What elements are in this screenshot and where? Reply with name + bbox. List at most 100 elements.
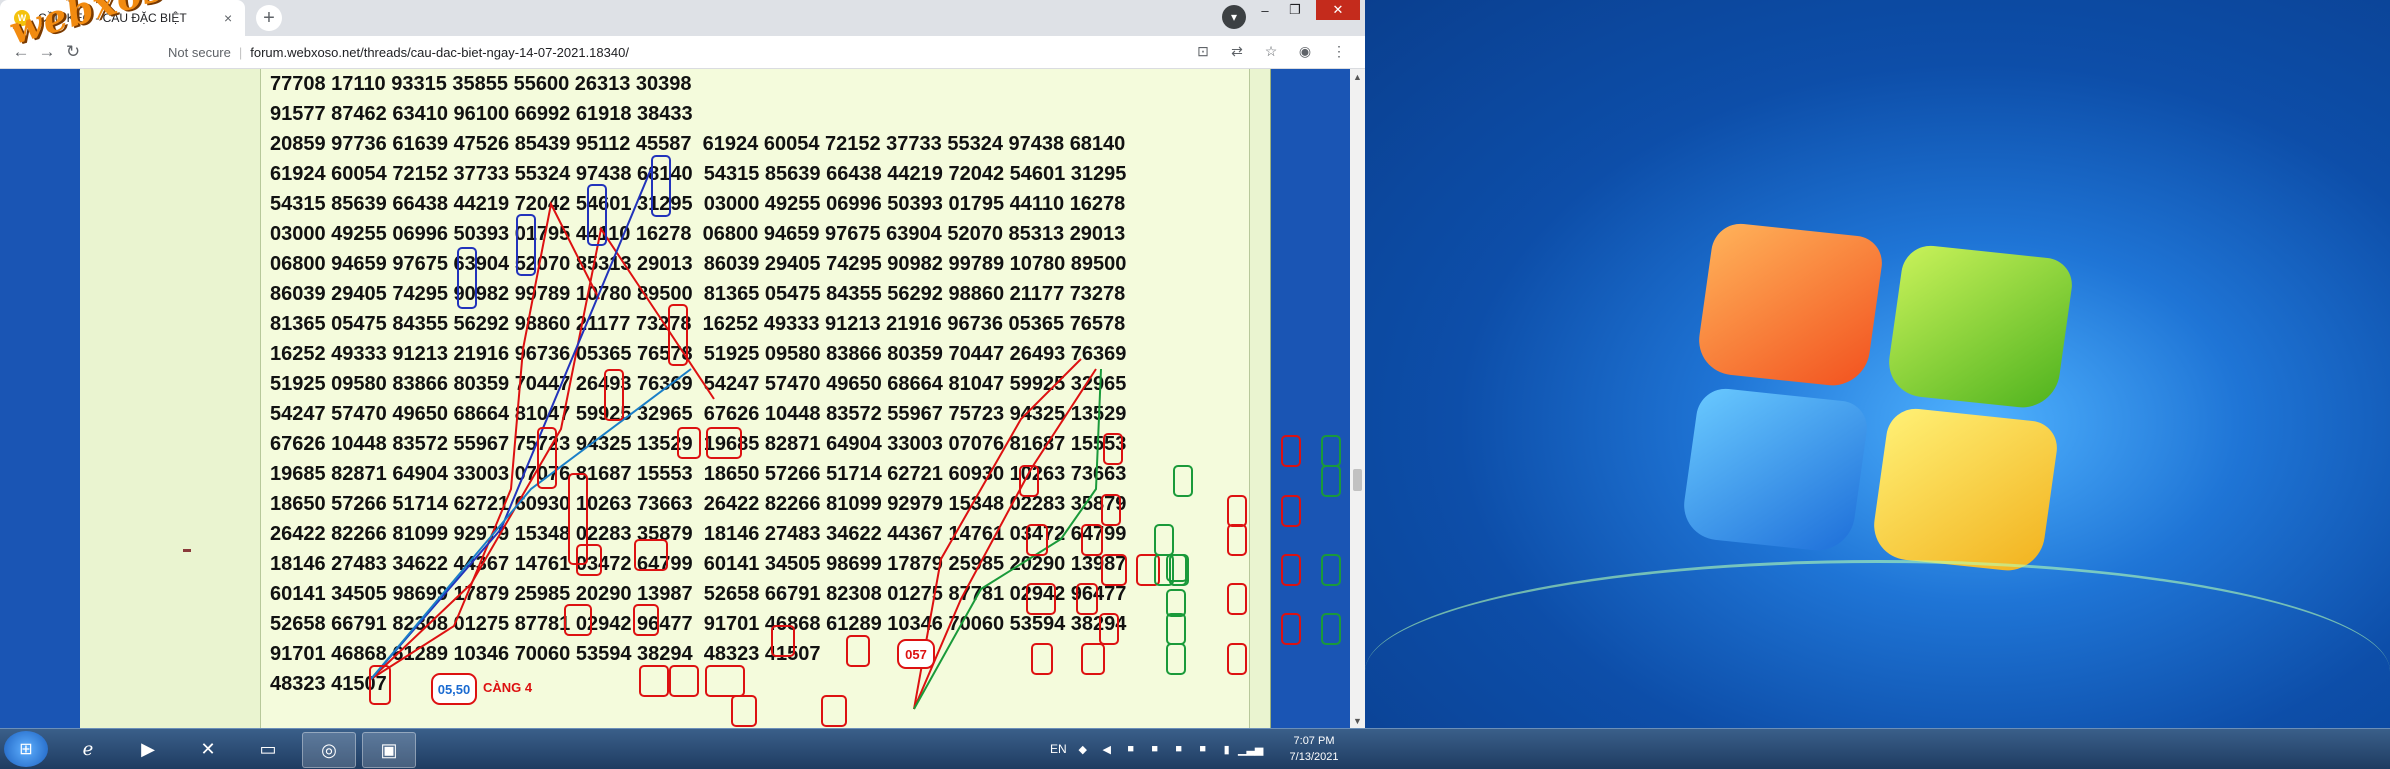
bookmark-star-icon[interactable]: ☆ [1259,39,1283,63]
not-secure-label[interactable]: Not secure [168,45,231,60]
annotation-box [1173,465,1193,497]
number-line: 20859 97736 61639 47526 85439 95112 4558… [270,133,1126,155]
annotation-box [1227,643,1247,675]
page-scrollbar[interactable]: ▲ ▼ [1350,69,1365,728]
annotation-box [1321,435,1341,467]
url-text[interactable]: forum.webxoso.net/threads/cau-dac-biet-n… [250,45,629,60]
annotation-box [1227,524,1247,556]
volume-icon[interactable]: ◀ [1099,741,1115,757]
annotation-box [669,665,699,697]
media-player-taskbar-icon[interactable]: ▶ [122,732,174,766]
annotation-box [846,635,870,667]
address-bar[interactable]: Not secure | forum.webxoso.net/threads/c… [100,39,1180,65]
annotation-box [1227,583,1247,615]
window-taskbar-icon[interactable]: ▣ [362,732,416,768]
desktop-wallpaper [1365,0,2390,768]
menu-kebab-icon[interactable]: ⋮ [1327,39,1351,63]
taskbar-clock[interactable]: 7:07 PM 7/13/2021 [1284,733,1344,765]
annotation-box [1031,643,1053,675]
windows-taskbar: ⊞ ℯ ▶ ✕ ▭ ◎ ▣ EN ◆ ◀ ■ ■ ■ ■ ▮ ▁▃▅ 7:07 … [0,728,2390,769]
tray-app-icon[interactable]: ◆ [1075,741,1091,757]
start-button[interactable]: ⊞ [4,731,48,767]
prediction-badge-left: 05,50 [431,673,477,705]
annotation-box [731,695,757,727]
page-viewport: 77708 17110 93315 35855 55600 26313 3039… [0,69,1350,728]
annotation-box [705,665,745,697]
toolbar-icons: ⊡ ⇄ ☆ ◉ ⋮ [1191,39,1351,63]
number-line: 51925 09580 83866 80359 70447 26493 7636… [270,373,1127,395]
power-icon[interactable]: ▮ [1219,741,1235,757]
scroll-down-arrow-icon[interactable]: ▼ [1350,713,1365,728]
tab-close-icon[interactable]: × [224,10,232,26]
annotation-box [537,427,557,489]
annotation-box [633,604,659,636]
cang-label: CÀNG 4 [483,680,533,695]
annotation-box [1081,643,1105,675]
minimize-button[interactable]: – [1250,0,1280,20]
annotation-box [604,369,624,421]
tray-app-icon[interactable]: ■ [1123,741,1139,757]
annotation-box [706,427,742,459]
annotation-box [634,539,668,571]
annotation-box [1101,554,1127,586]
annotation-box [1166,613,1186,645]
number-line: 19685 82871 64904 33003 07076 81687 1555… [270,463,1127,485]
number-line: 03000 49255 06996 50393 01795 44110 1627… [270,223,1126,245]
annotation-box [564,604,592,636]
number-line: 54315 85639 66438 44219 72042 54601 3129… [270,193,1126,215]
translate-icon[interactable]: ⇄ [1225,39,1249,63]
number-line: 77708 17110 93315 35855 55600 26313 3039… [270,73,692,95]
annotation-box [677,427,701,459]
lottery-number-lines: 77708 17110 93315 35855 55600 26313 3039… [270,69,1126,699]
language-indicator[interactable]: EN [1050,742,1067,756]
post-user-column [80,69,261,728]
windows-logo [1679,221,2085,574]
excel-taskbar-icon[interactable]: ✕ [182,732,234,766]
browser-toolbar: ← → ↻ Not secure | forum.webxoso.net/thr… [0,36,1365,69]
reload-icon[interactable]: ↻ [60,39,86,65]
number-line: 91577 87462 63410 96100 66992 61918 3843… [270,103,693,125]
tray-app-icon[interactable]: ■ [1171,741,1187,757]
profile-menu-icon[interactable]: ▾ [1222,5,1246,29]
number-line: 86039 29405 74295 90982 99789 10780 8950… [270,283,1126,305]
annotation-box [1103,433,1123,465]
annotation-box [1019,465,1039,497]
annotation-box [1321,554,1341,586]
number-line: 81365 05475 84355 56292 98860 21177 7327… [270,313,1126,335]
new-tab-button[interactable]: + [256,5,282,31]
number-line: 54247 57470 49650 68664 81047 59925 3296… [270,403,1127,425]
tray-app-icon[interactable]: ■ [1147,741,1163,757]
number-line: 18146 27483 34622 44367 14761 03472 6479… [270,553,1127,575]
tray-app-icon[interactable]: ■ [1195,741,1211,757]
annotation-box [1321,465,1341,497]
browser-window: W CẦU KÈO - CẦU ĐẶC BIỆT × + ▾ – ❐ ✕ ← →… [0,0,1365,728]
annotation-box [1026,583,1056,615]
blocked-popup-icon[interactable]: ⊡ [1191,39,1215,63]
prediction-badge-right: 057 [897,639,935,669]
post-edge [1250,69,1271,728]
maximize-button[interactable]: ❐ [1280,0,1310,20]
annotation-box [516,214,536,276]
number-line: 60141 34505 98699 17879 25985 20290 1398… [270,583,1127,605]
annotation-box [1166,589,1186,617]
annotation-box [771,625,795,657]
annotation-box [587,184,607,246]
annotation-box [1101,494,1121,526]
ie-taskbar-icon[interactable]: ℯ [62,732,114,766]
annotation-box [1099,613,1119,645]
clock-time: 7:07 PM [1293,735,1335,747]
annotation-box [1081,524,1103,556]
post-content: 77708 17110 93315 35855 55600 26313 3039… [261,69,1341,728]
scroll-thumb[interactable] [1353,469,1362,491]
annotation-box [369,665,391,705]
annotation-box [1281,435,1301,467]
account-icon[interactable]: ◉ [1293,39,1317,63]
chrome-taskbar-icon[interactable]: ◎ [302,732,356,768]
system-tray: EN ◆ ◀ ■ ■ ■ ■ ▮ ▁▃▅ [1050,729,1263,769]
folder-taskbar-icon[interactable]: ▭ [242,732,294,766]
network-signal-icon[interactable]: ▁▃▅ [1238,741,1263,757]
annotation-box [1166,643,1186,675]
annotation-box [1166,554,1188,582]
close-window-button[interactable]: ✕ [1316,0,1360,20]
scroll-up-arrow-icon[interactable]: ▲ [1350,69,1365,84]
